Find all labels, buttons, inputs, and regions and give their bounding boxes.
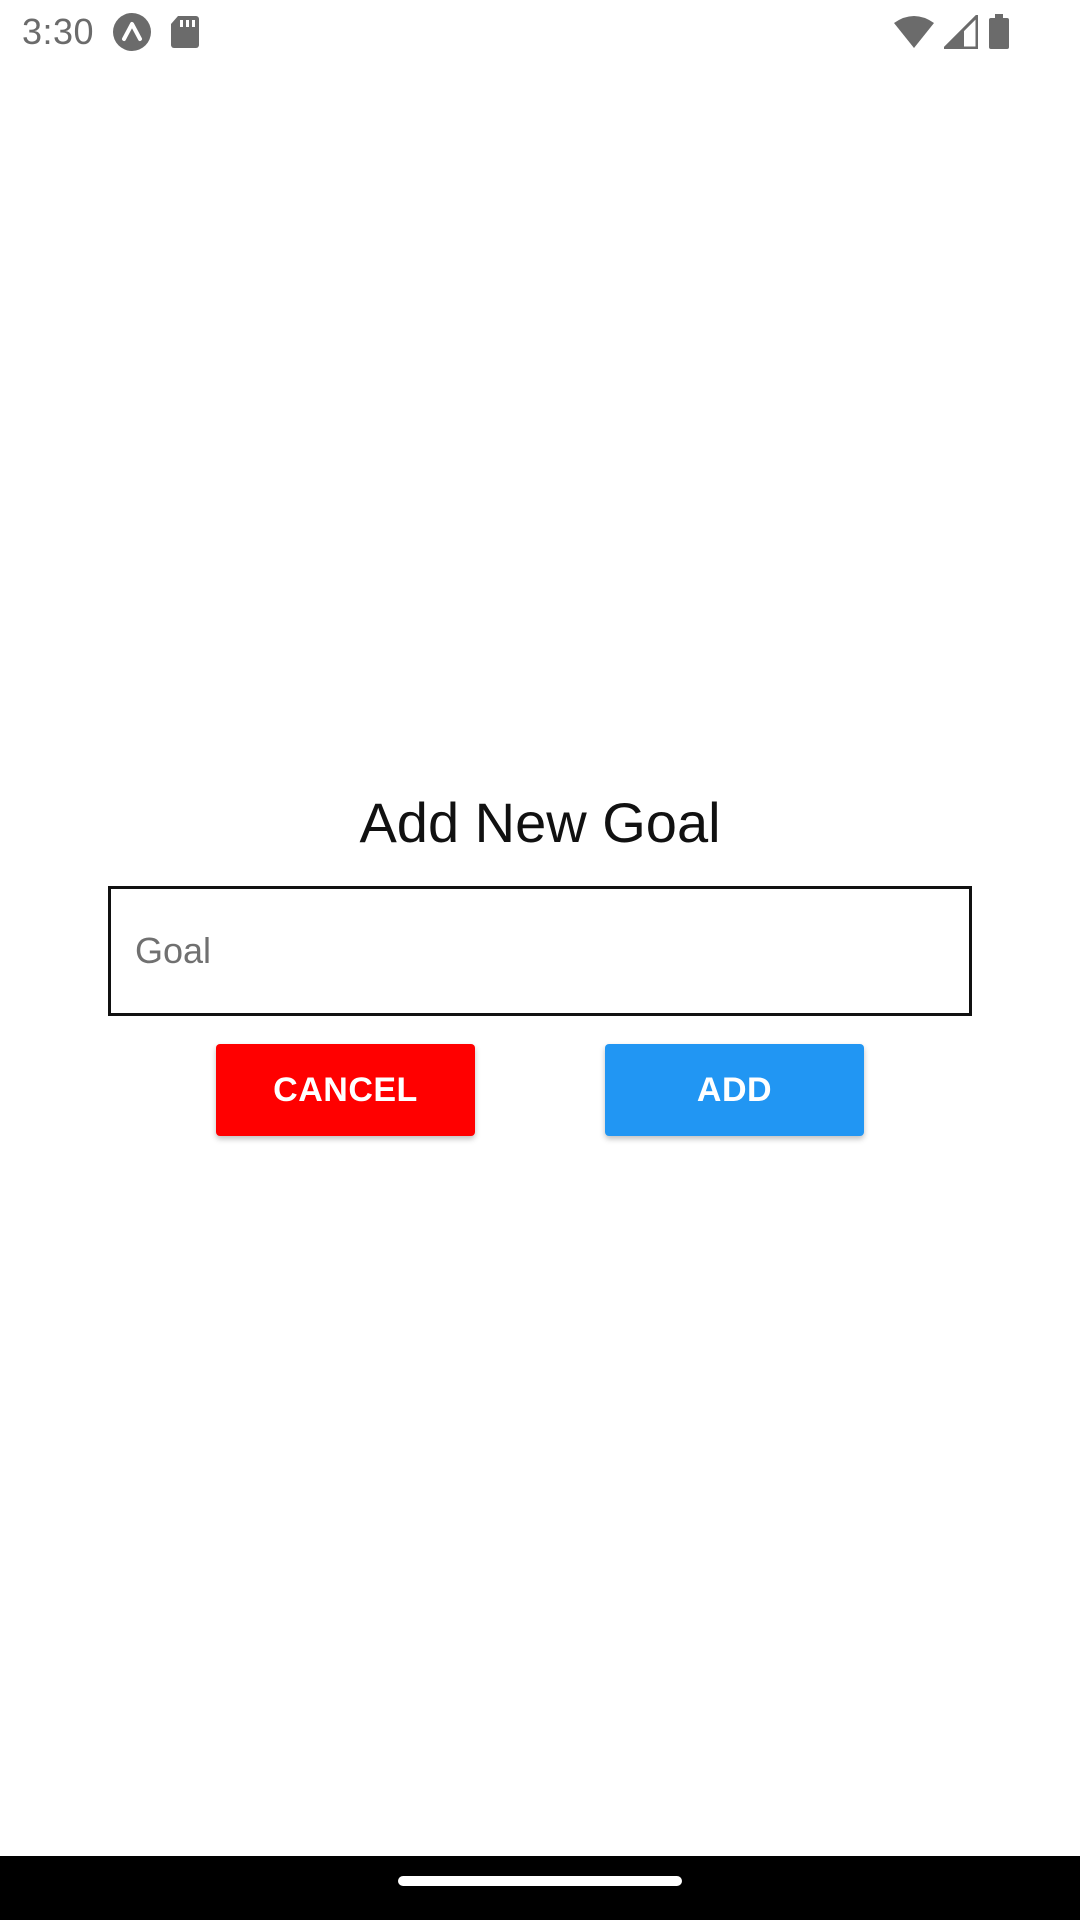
page-title: Add New Goal (359, 791, 721, 854)
sd-card-icon (170, 15, 200, 49)
status-bar: 3:30 (0, 0, 1080, 64)
app-notification-icon (112, 12, 152, 52)
wifi-icon (894, 15, 934, 49)
home-indicator[interactable] (398, 1876, 682, 1886)
cell-signal-icon (944, 15, 978, 49)
battery-icon (988, 14, 1010, 50)
status-right (894, 14, 1080, 50)
status-left: 3:30 (0, 11, 200, 53)
navigation-bar (0, 1856, 1080, 1920)
status-time: 3:30 (22, 11, 95, 52)
goal-input[interactable] (108, 886, 972, 1016)
add-button[interactable]: ADD (605, 1044, 864, 1136)
screen: 3:30 Add New Goal Goal CANCEL ADD (0, 0, 1080, 1920)
cancel-button[interactable]: CANCEL (216, 1044, 475, 1136)
